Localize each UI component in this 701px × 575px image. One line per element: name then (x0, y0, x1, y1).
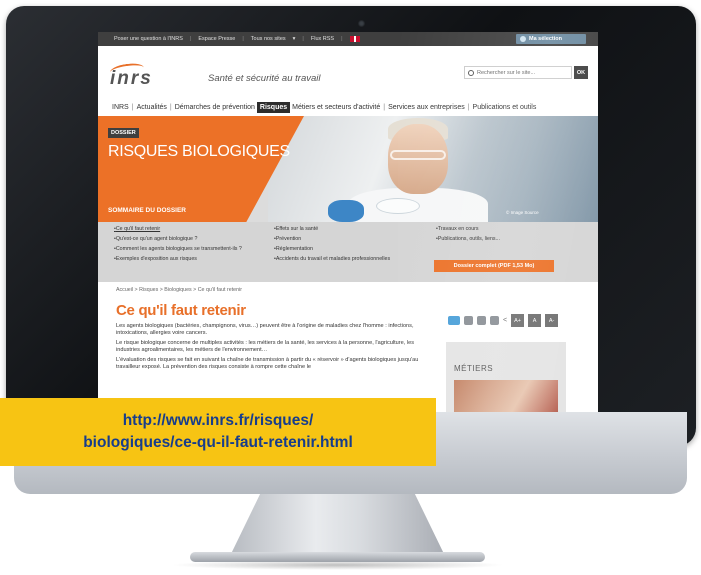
monitor-stand-base (190, 552, 485, 562)
dossier-summary: Ce qu'il faut retenir Qu'est-ce qu'un ag… (98, 222, 598, 282)
chevron-down-icon: ▾ (292, 36, 296, 42)
uk-flag-icon[interactable] (349, 36, 360, 42)
summary-link[interactable]: Travaux en cours (436, 226, 586, 232)
summary-link[interactable]: Ce qu'il faut retenir (114, 226, 244, 232)
font-increase-button[interactable]: A+ (511, 314, 525, 327)
summary-link[interactable]: Exemples d'exposition aux risques (114, 256, 244, 262)
search-ok-button[interactable]: OK (574, 66, 588, 79)
webcam (358, 20, 365, 27)
photo-blue-glove (328, 200, 364, 222)
nav-item-inrs[interactable]: INRS (110, 104, 131, 111)
bookmark-icon[interactable] (490, 316, 499, 325)
topbar-link-question[interactable]: Poser une question à l'INRS (114, 36, 183, 42)
dossier-banner: DOSSIER RISQUES BIOLOGIQUES SOMMAIRE DU … (98, 116, 598, 222)
url-banner: http://www.inrs.fr/risques/ biologiques/… (0, 398, 436, 466)
separator: | (189, 36, 192, 42)
sommaire-heading: SOMMAIRE DU DOSSIER (108, 207, 187, 214)
article: Ce qu'il faut retenir Les agents biologi… (116, 302, 432, 371)
monitor-stand (230, 494, 445, 556)
top-bar: Poser une question à l'INRS | Espace Pre… (98, 32, 598, 46)
article-paragraph: Les agents biologiques (bactéries, champ… (116, 323, 414, 336)
tagline: Santé et sécurité au travail (208, 73, 321, 84)
print-icon[interactable] (477, 316, 486, 325)
dossier-title: RISQUES BIOLOGIQUES (108, 143, 290, 160)
summary-link[interactable]: Réglementation (274, 246, 394, 252)
summary-link[interactable]: Publications, outils, liens... (436, 236, 586, 242)
search-input[interactable]: Rechercher sur le site... (464, 66, 572, 79)
article-title: Ce qu'il faut retenir (116, 302, 246, 319)
nav-item-publications[interactable]: Publications et outils (471, 104, 539, 111)
search-icon (468, 69, 474, 76)
photo-safety-glasses (390, 150, 446, 160)
image-credit: © Image Source (506, 210, 539, 215)
photo-petri-dish (376, 198, 420, 214)
font-default-button[interactable]: A (528, 314, 542, 327)
metiers-image (454, 380, 558, 412)
nav-item-actualites[interactable]: Actualités (135, 104, 169, 111)
summary-link[interactable]: Comment les agents biologiques se transm… (114, 246, 244, 252)
summary-column-3: Travaux en cours Publications, outils, l… (436, 226, 586, 246)
nav-item-metiers[interactable]: Métiers et secteurs d'activité (290, 104, 382, 111)
summary-link[interactable]: Prévention (274, 236, 394, 242)
topbar-link-sites[interactable]: Tous nos sites (251, 36, 286, 42)
separator: | (341, 36, 343, 42)
pdf-button-label: Dossier complet (PDF 1,53 Mo) (453, 263, 535, 269)
article-tools: < A+ A A- (448, 314, 559, 327)
article-paragraph: Le risque biologique concerne de multipl… (116, 340, 415, 353)
url-line-1[interactable]: http://www.inrs.fr/risques/ (123, 410, 314, 432)
photo-icon[interactable] (448, 316, 460, 325)
summary-link[interactable]: Effets sur la santé (274, 226, 394, 232)
font-decrease-button[interactable]: A- (545, 314, 559, 327)
nav-item-demarches[interactable]: Démarches de prévention (173, 104, 257, 111)
screen: Poser une question à l'INRS | Espace Pre… (98, 32, 598, 412)
share-icon[interactable]: < (503, 317, 507, 324)
selection-button[interactable]: Ma sélection (516, 34, 586, 44)
nav-item-risques[interactable]: Risques (256, 101, 291, 113)
separator: | (302, 36, 304, 42)
inrs-logo[interactable]: inrs (110, 68, 153, 90)
selection-label: Ma sélection (529, 36, 563, 42)
selection-icon (520, 36, 526, 42)
email-icon[interactable] (464, 316, 473, 325)
summary-column-1: Ce qu'il faut retenir Qu'est-ce qu'un ag… (114, 226, 244, 266)
url-line-2[interactable]: biologiques/ce-qu-il-faut-retenir.html (83, 432, 353, 454)
metiers-panel[interactable]: MÉTIERS (446, 342, 566, 412)
summary-link[interactable]: Qu'est-ce qu'un agent biologique ? (114, 236, 244, 242)
topbar-link-rss[interactable]: Flux RSS (311, 36, 334, 42)
breadcrumb[interactable]: Accueil > Risques > Biologiques > Ce qu'… (116, 287, 242, 293)
separator: | (242, 36, 244, 42)
download-pdf-button[interactable]: Dossier complet (PDF 1,53 Mo) (434, 260, 554, 272)
article-paragraph: L'évaluation des risques se fait en suiv… (116, 357, 419, 370)
nav-item-services[interactable]: Services aux entreprises (386, 104, 467, 111)
main-nav: INRS | Actualités | Démarches de prévent… (110, 100, 590, 114)
dossier-tag: DOSSIER (108, 128, 139, 138)
topbar-link-press[interactable]: Espace Presse (198, 36, 235, 42)
site-header: inrs Santé et sécurité au travail Recher… (98, 46, 598, 96)
metiers-label: MÉTIERS (454, 364, 494, 373)
summary-link[interactable]: Accidents du travail et maladies profess… (274, 256, 394, 262)
search-placeholder: Rechercher sur le site... (477, 69, 536, 76)
summary-column-2: Effets sur la santé Prévention Réglement… (274, 226, 394, 266)
